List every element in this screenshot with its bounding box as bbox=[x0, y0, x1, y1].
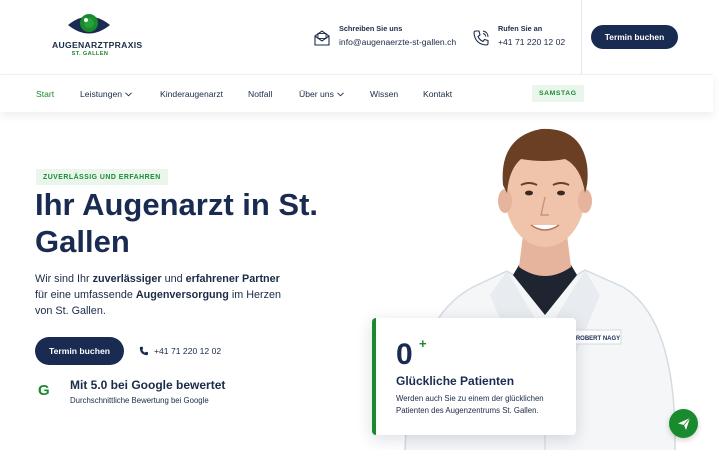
logo-title: AUGENARZTPRAXIS bbox=[52, 40, 143, 50]
patients-count: 0 bbox=[396, 338, 413, 371]
send-icon bbox=[677, 417, 690, 430]
header-phone[interactable]: Rufen Sie an +41 71 220 12 02 bbox=[472, 24, 565, 52]
logo-subtitle: ST. GALLEN bbox=[71, 51, 109, 57]
logo[interactable]: AUGENARZTPRAXIS ST. GALLEN bbox=[52, 10, 143, 57]
envelope-icon bbox=[314, 30, 330, 46]
stats-title: Glückliche Patienten bbox=[396, 374, 515, 388]
mail-link[interactable]: info@augenaerzte-st-gallen.ch bbox=[339, 37, 456, 47]
nav-item-label: Über uns bbox=[299, 89, 334, 99]
hero-eyebrow: ZUVERLÄSSIG UND ERFAHREN bbox=[36, 169, 168, 185]
doctor-name-tag: ROBERT NAGY bbox=[576, 336, 620, 342]
stats-description: Werden auch Sie zu einem der glücklichen… bbox=[396, 394, 544, 415]
header-mail[interactable]: Schreiben Sie uns info@augenaerzte-st-ga… bbox=[313, 24, 456, 52]
stats-card: 0 + Glückliche Patienten Werden auch Sie… bbox=[372, 318, 576, 435]
nav-item-notfall[interactable]: Notfall bbox=[248, 89, 272, 99]
phone-link[interactable]: +41 71 220 12 02 bbox=[498, 37, 565, 47]
hero-title: Ihr Augenarzt in St. Gallen bbox=[35, 187, 319, 259]
nav-item-label: Kontakt bbox=[423, 89, 453, 99]
mail-label: Schreiben Sie uns bbox=[339, 24, 403, 33]
nav-item-label: Kinderaugenarzt bbox=[160, 89, 224, 99]
nav-item-start[interactable]: Start bbox=[36, 89, 54, 99]
chevron-down-icon bbox=[337, 91, 344, 96]
hero-description: Wir sind Ihr zuverlässiger und erfahrene… bbox=[35, 273, 282, 317]
google-icon: G bbox=[38, 382, 50, 399]
opening-badge: SAMSTAG bbox=[532, 85, 584, 102]
phone-label: Rufen Sie an bbox=[498, 24, 543, 33]
top-bar: AUGENARZTPRAXIS ST. GALLEN Schreiben Sie… bbox=[0, 0, 720, 74]
nav-item-label: Wissen bbox=[370, 89, 399, 99]
nav-item-label: Start bbox=[36, 89, 55, 99]
header-divider bbox=[581, 0, 582, 74]
nav-item-kinderaugenarzt[interactable]: Kinderaugenarzt bbox=[160, 89, 223, 99]
hero-phone-link[interactable]: +41 71 220 12 02 bbox=[139, 346, 221, 356]
send-message-button[interactable] bbox=[669, 409, 698, 438]
hero-phone-number: +41 71 220 12 02 bbox=[154, 346, 222, 356]
nav-item-wissen[interactable]: Wissen bbox=[370, 89, 398, 99]
google-rating-title: Mit 5.0 bei Google bewertet bbox=[70, 378, 226, 392]
nav-item-leistungen[interactable]: Leistungen bbox=[80, 89, 132, 99]
chevron-down-icon bbox=[125, 91, 132, 96]
phone-icon bbox=[139, 346, 148, 356]
eye-logo-icon bbox=[68, 14, 110, 34]
nav-item-label: Notfall bbox=[248, 89, 273, 99]
hero-book-button[interactable]: Termin buchen bbox=[35, 337, 124, 365]
patients-count-plus: + bbox=[419, 336, 427, 351]
nav-item-ueber-uns[interactable]: Über uns bbox=[299, 89, 344, 99]
nav-item-kontakt[interactable]: Kontakt bbox=[423, 89, 452, 99]
main-nav: Start Leistungen Kinderaugenarzt Notfall… bbox=[0, 74, 713, 112]
phone-icon bbox=[473, 30, 489, 46]
google-rating-subtitle: Durchschnittliche Bewertung bei Google bbox=[70, 396, 209, 405]
book-appointment-button[interactable]: Termin buchen bbox=[591, 25, 678, 49]
nav-item-label: Leistungen bbox=[80, 89, 123, 99]
